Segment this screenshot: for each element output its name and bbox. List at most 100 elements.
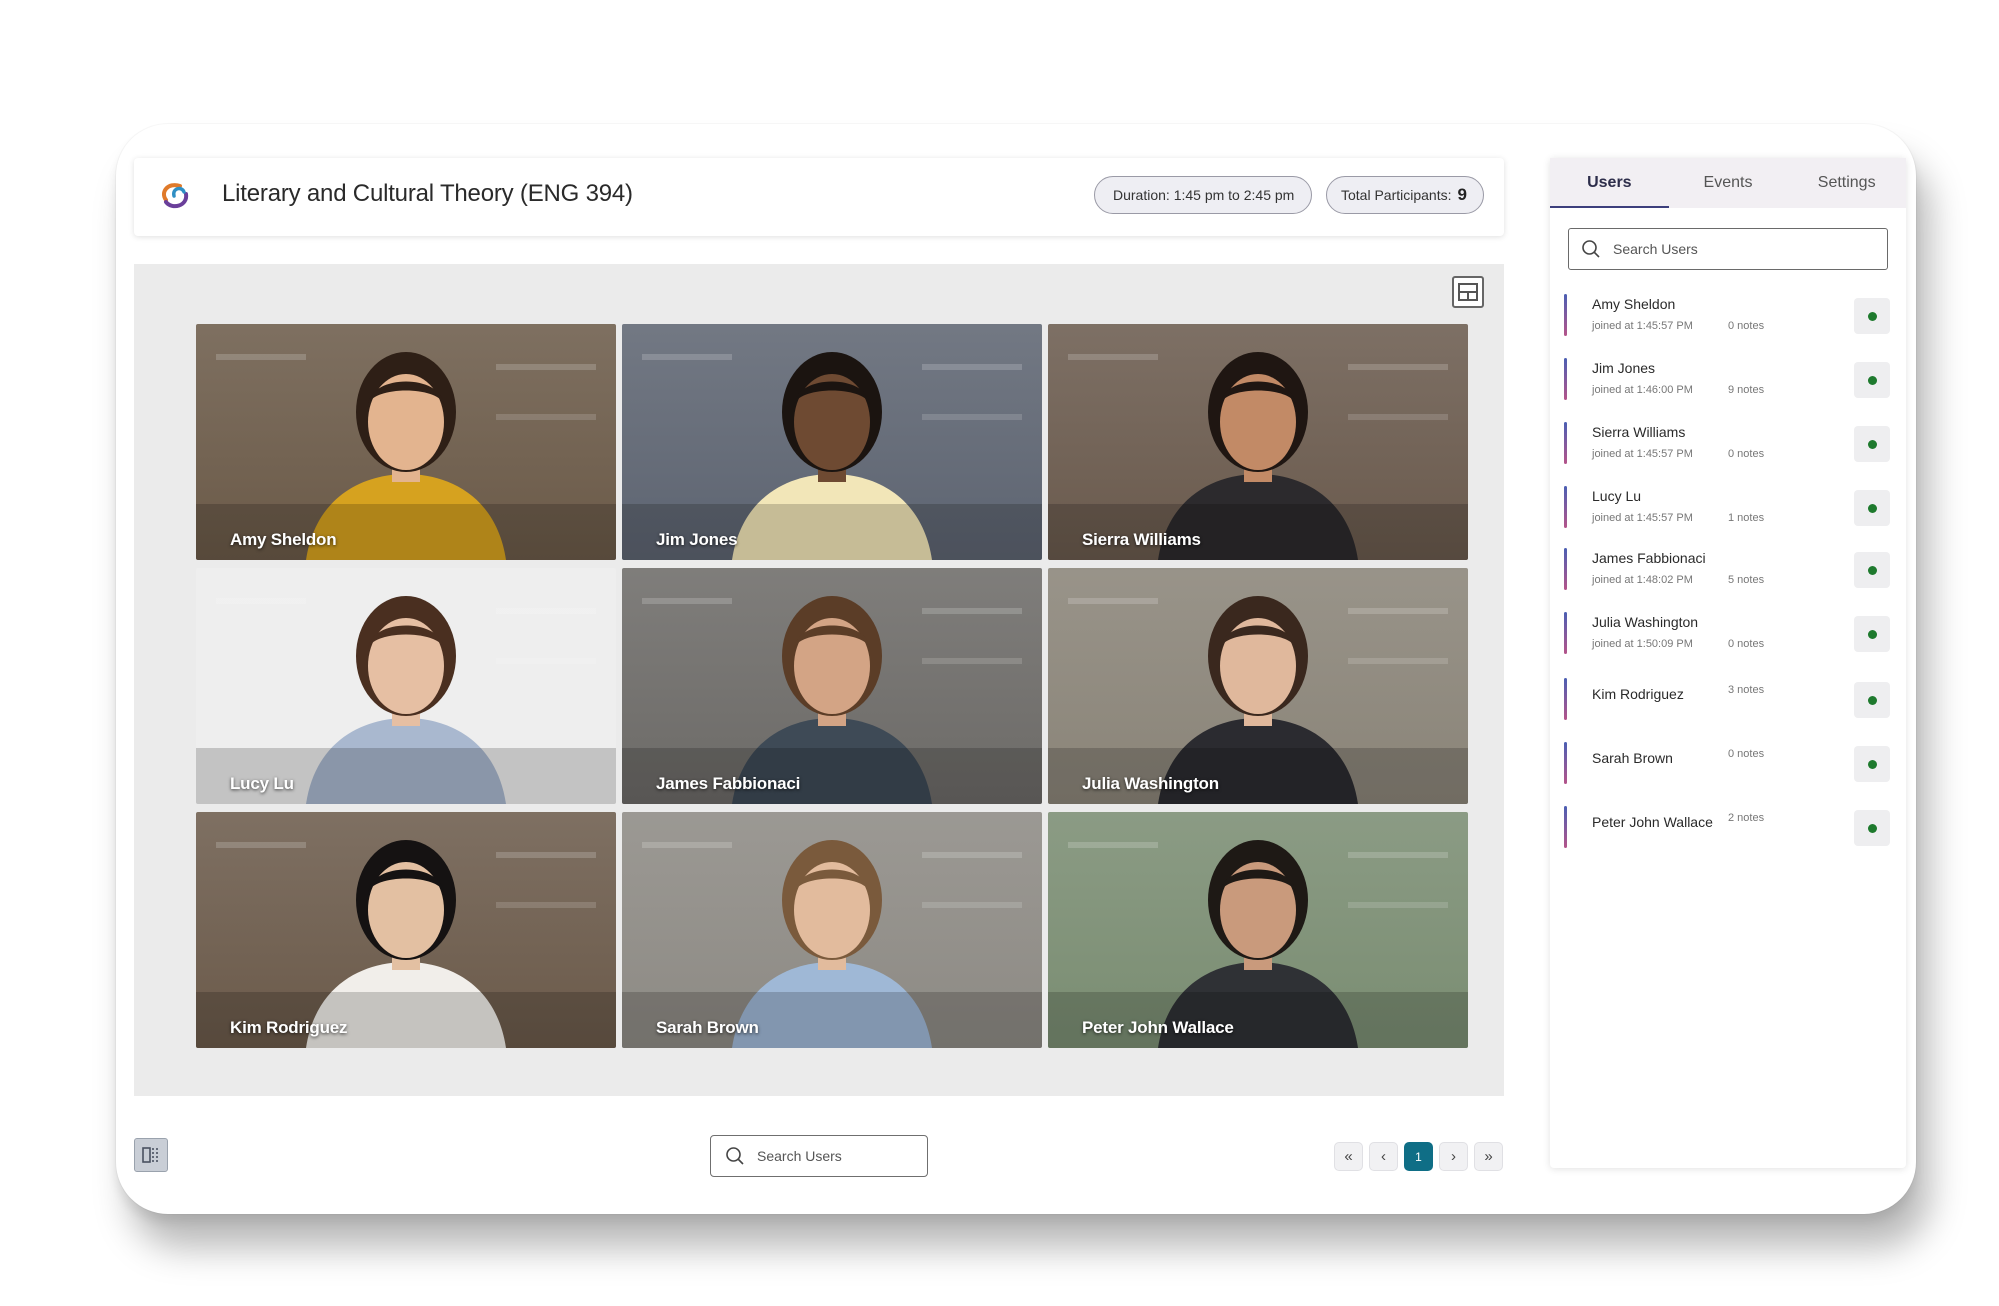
user-accent-bar <box>1564 422 1567 464</box>
first-page-button[interactable]: « <box>1334 1142 1363 1171</box>
online-status-icon <box>1867 503 1877 513</box>
tab-users[interactable]: Users <box>1550 158 1669 208</box>
user-accent-bar <box>1564 612 1567 654</box>
online-status-icon <box>1867 375 1877 385</box>
meeting-header: Literary and Cultural Theory (ENG 394) D… <box>134 158 1504 236</box>
user-notes-count: 0 notes <box>1728 320 1765 332</box>
video-tile[interactable]: Julia Washington <box>1048 568 1468 804</box>
user-status-button[interactable] <box>1854 810 1890 846</box>
video-tile[interactable]: Amy Sheldon <box>196 324 616 560</box>
participant-name: Jim Jones <box>656 530 738 549</box>
participant-video <box>1048 324 1468 560</box>
user-status-button[interactable] <box>1854 490 1890 526</box>
user-list-item[interactable]: Peter John Wallace 2 notes <box>1564 798 1894 862</box>
user-joined-time: joined at 1:45:57 PM <box>1592 320 1693 332</box>
participant-video <box>196 324 616 560</box>
toggle-panel-button[interactable] <box>134 1138 168 1172</box>
user-list-item[interactable]: Julia Washington joined at 1:50:09 PM 0 no… <box>1564 604 1894 668</box>
user-notes-count: 0 notes <box>1728 638 1765 650</box>
user-status-button[interactable] <box>1854 426 1890 462</box>
participants-panel: Users Events Settings Amy Sheldon joined … <box>1550 158 1906 1168</box>
next-page-button[interactable]: › <box>1439 1142 1468 1171</box>
video-tile[interactable]: Kim Rodriguez <box>196 812 616 1048</box>
user-name: Julia Washington <box>1592 614 1699 630</box>
user-accent-bar <box>1564 548 1567 590</box>
pagination: « ‹ 1 › » <box>1334 1142 1503 1171</box>
online-status-icon <box>1867 695 1877 705</box>
participants-badge: Total Participants: 9 <box>1326 176 1484 214</box>
user-name: Peter John Wallace <box>1592 814 1713 830</box>
user-joined-time: joined at 1:50:09 PM <box>1592 638 1693 650</box>
user-joined-time: joined at 1:45:57 PM <box>1592 448 1693 460</box>
user-name: Sierra Williams <box>1592 424 1686 440</box>
user-status-button[interactable] <box>1854 552 1890 588</box>
user-list-item[interactable]: James Fabbionaci joined at 1:48:02 PM 5 no… <box>1564 540 1894 604</box>
search-icon <box>1582 240 1600 258</box>
participant-name: Lucy Lu <box>230 774 294 793</box>
bottom-search-input[interactable] <box>757 1148 907 1164</box>
participant-name: Amy Sheldon <box>230 530 337 549</box>
user-notes-count: 9 notes <box>1728 384 1765 396</box>
video-tile[interactable]: Sierra Williams <box>1048 324 1468 560</box>
participant-video <box>622 324 1042 560</box>
user-notes-count: 3 notes <box>1728 684 1765 696</box>
participant-name: Peter John Wallace <box>1082 1018 1234 1037</box>
participant-video <box>196 568 616 804</box>
user-status-button[interactable] <box>1854 298 1890 334</box>
participant-video <box>622 568 1042 804</box>
page-title: Literary and Cultural Theory (ENG 394) <box>222 180 633 207</box>
user-list-item[interactable]: Lucy Lu joined at 1:45:57 PM 1 notes <box>1564 478 1894 542</box>
user-search-input[interactable] <box>1613 241 1763 257</box>
grid-layout-button[interactable] <box>1452 276 1484 308</box>
participant-video <box>196 812 616 1048</box>
user-joined-time: joined at 1:45:57 PM <box>1592 512 1693 524</box>
user-status-button[interactable] <box>1854 616 1890 652</box>
user-status-button[interactable] <box>1854 682 1890 718</box>
last-page-button[interactable]: » <box>1474 1142 1503 1171</box>
participants-label: Total Participants: <box>1341 187 1452 203</box>
split-panel-icon <box>142 1147 158 1163</box>
video-tile[interactable]: Peter John Wallace <box>1048 812 1468 1048</box>
user-notes-count: 1 notes <box>1728 512 1765 524</box>
user-notes-count: 2 notes <box>1728 812 1765 824</box>
user-name: Amy Sheldon <box>1592 296 1676 312</box>
online-status-icon <box>1867 311 1877 321</box>
user-accent-bar <box>1564 742 1567 784</box>
panel-tabs: Users Events Settings <box>1550 158 1906 208</box>
prev-page-button[interactable]: ‹ <box>1369 1142 1398 1171</box>
video-tile[interactable]: Sarah Brown <box>622 812 1042 1048</box>
user-list-item[interactable]: Sarah Brown 0 notes <box>1564 734 1894 798</box>
grid-layout-icon <box>1458 283 1478 301</box>
app-logo-icon <box>158 180 192 212</box>
duration-text: Duration: 1:45 pm to 2:45 pm <box>1113 187 1295 203</box>
user-accent-bar <box>1564 486 1567 528</box>
user-joined-time: joined at 1:48:02 PM <box>1592 574 1693 586</box>
online-status-icon <box>1867 629 1877 639</box>
user-name: James Fabbionaci <box>1592 550 1706 566</box>
user-list-item[interactable]: Jim Jones joined at 1:46:00 PM 9 notes <box>1564 350 1894 414</box>
online-status-icon <box>1867 759 1877 769</box>
user-search-field[interactable] <box>1568 228 1888 270</box>
video-tile[interactable]: Lucy Lu <box>196 568 616 804</box>
user-notes-count: 5 notes <box>1728 574 1765 586</box>
user-accent-bar <box>1564 294 1567 336</box>
participant-video <box>1048 812 1468 1048</box>
user-status-button[interactable] <box>1854 362 1890 398</box>
bottom-search-field[interactable] <box>710 1135 928 1177</box>
user-name: Jim Jones <box>1592 360 1656 376</box>
search-icon <box>726 1147 744 1165</box>
user-joined-time: joined at 1:46:00 PM <box>1592 384 1693 396</box>
participant-video <box>622 812 1042 1048</box>
video-tile[interactable]: James Fabbionaci <box>622 568 1042 804</box>
user-name: Kim Rodriguez <box>1592 686 1684 702</box>
user-list-item[interactable]: Amy Sheldon joined at 1:45:57 PM 0 notes <box>1564 286 1894 350</box>
user-list-item[interactable]: Sierra Williams joined at 1:45:57 PM 0 not… <box>1564 414 1894 478</box>
user-status-button[interactable] <box>1854 746 1890 782</box>
video-tile[interactable]: Jim Jones <box>622 324 1042 560</box>
video-area: Amy Sheldon Jim Jones Sierra Williams Lucy … <box>134 264 1504 1096</box>
tab-settings[interactable]: Settings <box>1787 158 1906 208</box>
user-list-item[interactable]: Kim Rodriguez 3 notes <box>1564 670 1894 734</box>
page-1-button[interactable]: 1 <box>1404 1142 1433 1171</box>
tab-events[interactable]: Events <box>1669 158 1788 208</box>
participant-name: James Fabbionaci <box>656 774 801 793</box>
